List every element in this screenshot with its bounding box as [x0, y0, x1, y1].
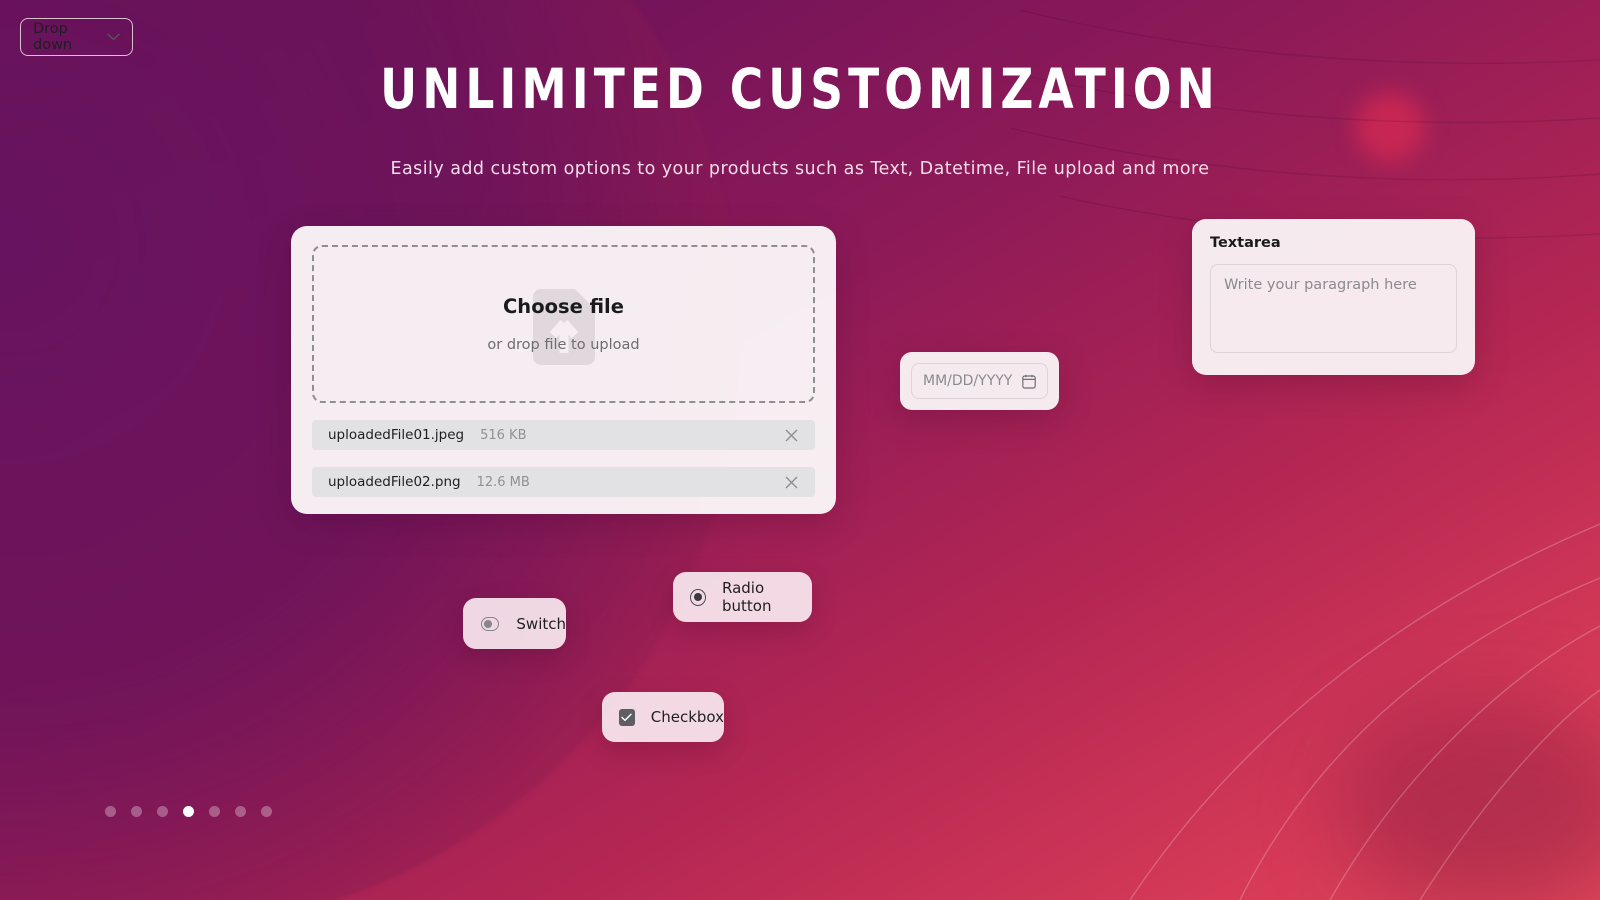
checkbox-checked-icon[interactable] [619, 708, 635, 726]
drop-file-hint: or drop file to upload [487, 337, 640, 353]
choose-file-label: Choose file [503, 295, 624, 318]
checkbox-control[interactable]: Checkbox [602, 692, 724, 742]
dropdown-select[interactable]: Drop down [20, 18, 133, 56]
textarea-input[interactable]: Write your paragraph here [1210, 264, 1457, 353]
file-upload-card: Choose file or drop file to upload uploa… [291, 226, 836, 514]
table-row: uploadedFile02.png 12.6 MB [312, 467, 815, 497]
pagination-dot[interactable] [261, 806, 272, 817]
toggle-knob [484, 619, 492, 628]
pagination-dot-active[interactable] [183, 806, 194, 817]
datetime-card: MM/DD/YYYY [900, 352, 1059, 410]
page-header: UNLIMITED CUSTOMIZATION Easily add custo… [0, 0, 1600, 179]
date-placeholder: MM/DD/YYYY [923, 373, 1013, 389]
table-row: uploadedFile01.jpeg 516 KB [312, 420, 815, 450]
file-dropzone[interactable]: Choose file or drop file to upload [312, 245, 815, 403]
file-name: uploadedFile02.png [328, 474, 461, 490]
toggle-off-icon[interactable] [481, 616, 500, 631]
date-input[interactable]: MM/DD/YYYY [911, 363, 1048, 399]
radio-label: Radio button [722, 579, 772, 615]
pagination-dot[interactable] [235, 806, 246, 817]
radio-dot [694, 593, 702, 601]
radio-control[interactable]: Radio button [673, 572, 812, 622]
switch-control[interactable]: Switch [463, 598, 566, 649]
pagination-dot[interactable] [209, 806, 220, 817]
switch-label: Switch [516, 614, 566, 633]
pagination-dot[interactable] [157, 806, 168, 817]
checkbox-label: Checkbox [650, 708, 724, 726]
close-icon[interactable] [783, 427, 799, 443]
file-name: uploadedFile01.jpeg [328, 427, 465, 443]
page-title: UNLIMITED CUSTOMIZATION [380, 57, 1220, 121]
page-subtitle: Easily add custom options to your produc… [390, 159, 1210, 179]
calendar-icon [1022, 374, 1036, 389]
textarea-label: Textarea [1210, 235, 1281, 251]
textarea-card: Textarea Write your paragraph here [1192, 219, 1475, 375]
pagination-dot[interactable] [131, 806, 142, 817]
chevron-down-icon [107, 33, 120, 41]
dropdown-label: Drop down [33, 21, 73, 53]
pagination-dots [105, 806, 272, 817]
textarea-placeholder: Write your paragraph here [1224, 277, 1417, 293]
close-icon[interactable] [783, 474, 799, 490]
file-size: 516 KB [480, 427, 527, 443]
radio-selected-icon[interactable] [690, 588, 706, 606]
pagination-dot[interactable] [105, 806, 116, 817]
file-size: 12.6 MB [476, 474, 530, 490]
